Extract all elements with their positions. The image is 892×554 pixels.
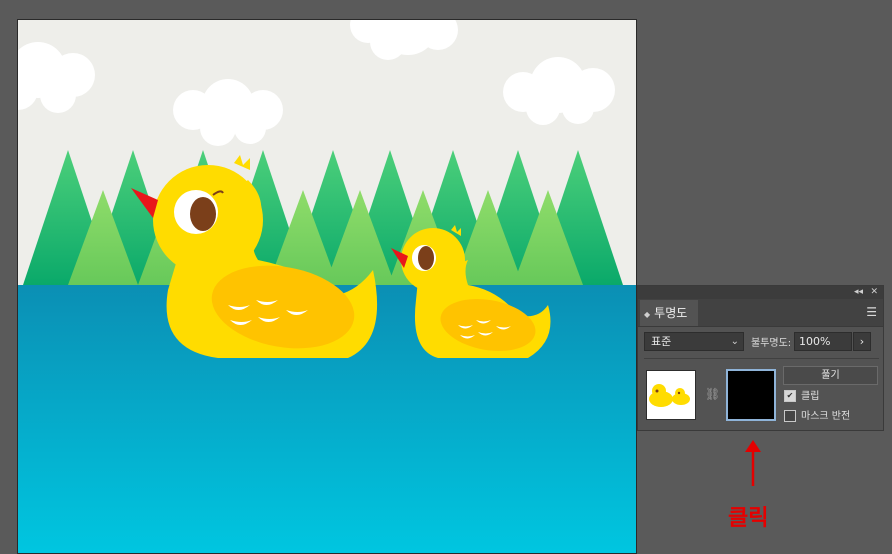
release-button[interactable]: 풀기 bbox=[783, 366, 878, 385]
opacity-input[interactable]: 100% bbox=[794, 332, 852, 351]
checkbox-empty-icon bbox=[784, 410, 796, 422]
tab-transparency[interactable]: ◆ 투명도 bbox=[640, 300, 698, 326]
tab-label: 투명도 bbox=[654, 306, 688, 320]
opacity-label: 불투명도: bbox=[751, 338, 792, 349]
annotation-label: 클릭 bbox=[728, 506, 769, 531]
close-icon[interactable]: ✕ bbox=[870, 286, 878, 299]
blend-opacity-row: 표준 ⌄ 불투명도: 100% › bbox=[644, 332, 879, 352]
hamburger-menu-icon[interactable]: ☰ bbox=[866, 305, 877, 319]
artboard-canvas[interactable] bbox=[17, 19, 637, 554]
blend-mode-select[interactable]: 표준 ⌄ bbox=[644, 332, 744, 351]
divider bbox=[644, 358, 879, 359]
transparency-panel: ◂◂ ✕ ◆ 투명도 ☰ 표준 ⌄ 불투명도: 100% › ⛓ 풀기 ✔ 클립 bbox=[637, 285, 884, 431]
clip-label: 클립 bbox=[801, 391, 820, 402]
invert-mask-checkbox[interactable]: 마스크 반전 bbox=[784, 410, 850, 424]
blend-mode-value: 표준 bbox=[651, 335, 672, 348]
mask-thumbnail[interactable] bbox=[726, 369, 776, 421]
annotation-arrow-up-icon bbox=[745, 440, 761, 486]
duck-illustration bbox=[18, 20, 636, 553]
clip-checkbox[interactable]: ✔ 클립 bbox=[784, 390, 819, 404]
artwork-thumbnail[interactable] bbox=[646, 370, 696, 420]
opacity-slider-button[interactable]: › bbox=[853, 332, 871, 351]
invert-mask-label: 마스크 반전 bbox=[801, 411, 851, 422]
checkmark-icon: ✔ bbox=[784, 390, 796, 402]
double-left-arrow-icon[interactable]: ◂◂ bbox=[854, 286, 863, 299]
panel-tab-row: ◆ 투명도 ☰ bbox=[638, 299, 883, 327]
chevron-right-icon: › bbox=[859, 335, 865, 348]
ducks-thumbnail-icon bbox=[649, 384, 690, 407]
expand-arrows-icon[interactable]: ◆ bbox=[644, 310, 650, 319]
panel-title-bar: ◂◂ ✕ bbox=[638, 286, 883, 299]
chevron-down-icon: ⌄ bbox=[730, 336, 739, 347]
link-icon[interactable]: ⛓ bbox=[705, 387, 720, 401]
